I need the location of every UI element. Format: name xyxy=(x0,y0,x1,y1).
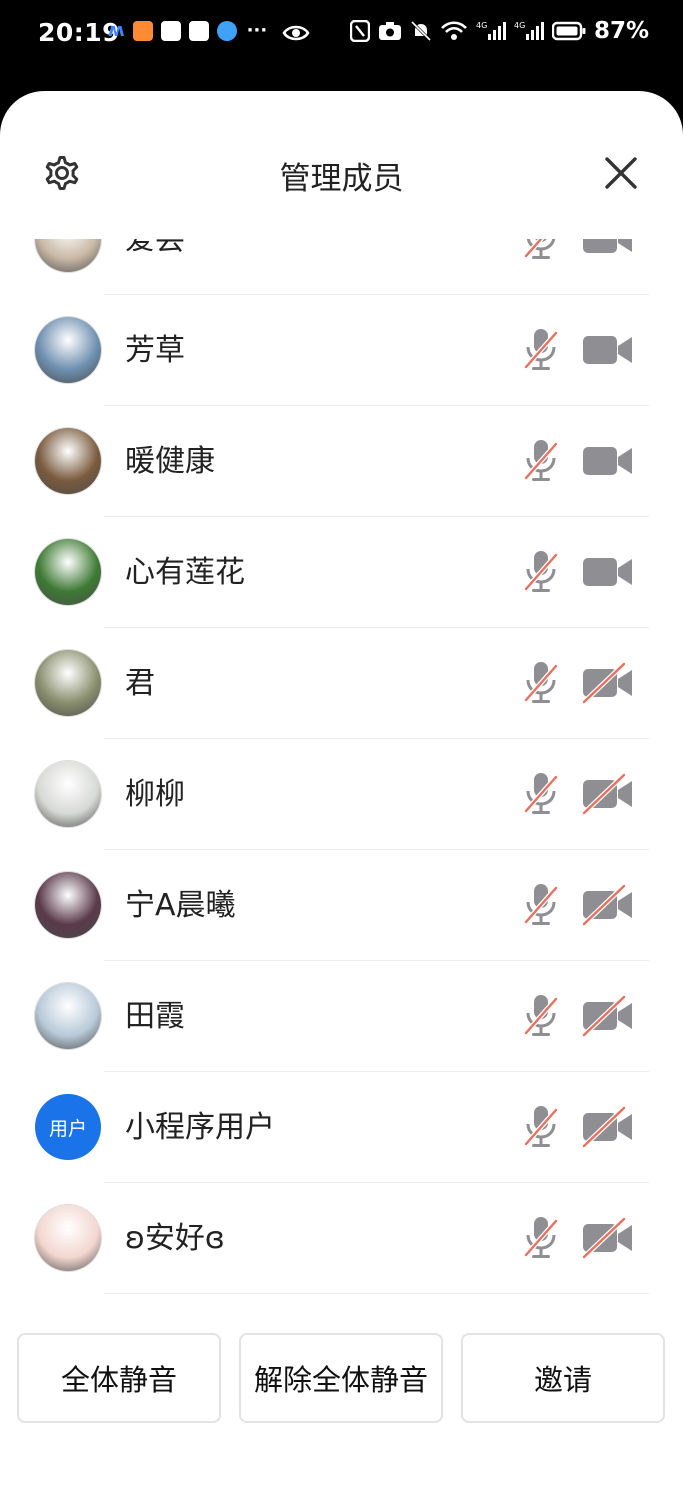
mic-muted-icon[interactable] xyxy=(522,993,560,1039)
avatar xyxy=(35,983,101,1049)
row-divider xyxy=(104,1293,649,1294)
member-row[interactable]: 芳草 xyxy=(0,295,683,406)
member-row[interactable]: 暖健康 xyxy=(0,406,683,517)
sheet-header: 管理成员 xyxy=(0,91,683,251)
bell-off-icon xyxy=(410,20,431,42)
member-row[interactable]: 爱芸 xyxy=(0,239,683,295)
app-icon-1: ʍ xyxy=(108,20,125,41)
member-row[interactable]: 心有莲花 xyxy=(0,517,683,628)
wifi-icon xyxy=(441,21,467,40)
camera-off-icon[interactable] xyxy=(582,662,634,704)
mute-all-button[interactable]: 全体静音 xyxy=(17,1333,221,1423)
member-name: 芳草 xyxy=(125,333,185,368)
member-row[interactable]: 田霞 xyxy=(0,961,683,1072)
more-notifications-icon: ··· xyxy=(246,20,268,41)
member-name: 柳柳 xyxy=(125,777,185,812)
mic-muted-icon[interactable] xyxy=(522,882,560,928)
member-row[interactable]: 用户 小程序用户 xyxy=(0,1072,683,1183)
app-icon-4 xyxy=(188,20,209,41)
avatar xyxy=(35,761,101,827)
member-list[interactable]: 爱芸芳草暖健康心有莲花君柳柳宁A晨曦田霞用户 小程序用户 ʚ安好ɞ xyxy=(0,239,683,1299)
camera-off-icon[interactable] xyxy=(582,1217,634,1259)
member-name: 宁A晨曦 xyxy=(125,888,236,923)
status-bar: 20:19 ʍ ··· 4G 4G 87% xyxy=(0,0,683,70)
nfc-icon xyxy=(349,20,370,42)
svg-text:4G: 4G xyxy=(514,21,525,30)
member-name: 君 xyxy=(125,666,155,701)
member-row[interactable]: 宁A晨曦 xyxy=(0,850,683,961)
member-name: 暖健康 xyxy=(125,444,215,479)
camera-off-icon[interactable] xyxy=(582,995,634,1037)
page-title: 管理成员 xyxy=(279,161,404,197)
mic-muted-icon[interactable] xyxy=(522,438,560,484)
member-name: 田霞 xyxy=(125,999,185,1034)
app-icon-5 xyxy=(216,20,237,41)
signal-icon-2: 4G xyxy=(514,21,544,40)
member-list-content: 爱芸芳草暖健康心有莲花君柳柳宁A晨曦田霞用户 小程序用户 ʚ安好ɞ xyxy=(0,239,683,1294)
camera-icon[interactable] xyxy=(582,239,634,260)
avatar xyxy=(35,539,101,605)
app-icon-2 xyxy=(132,20,153,41)
manage-members-sheet: 管理成员 爱芸芳草暖健康心有莲花君柳柳宁A晨曦田霞用户 小程序用户 ʚ安好ɞ 全体静… xyxy=(0,91,683,1500)
mic-muted-icon[interactable] xyxy=(522,327,560,373)
camera-icon[interactable] xyxy=(582,551,634,593)
camera-icon xyxy=(378,22,401,40)
member-row[interactable]: 柳柳 xyxy=(0,739,683,850)
camera-off-icon[interactable] xyxy=(582,773,634,815)
mic-muted-icon[interactable] xyxy=(522,1104,560,1150)
member-name: ʚ安好ɞ xyxy=(125,1221,225,1256)
mic-muted-icon[interactable] xyxy=(522,239,560,262)
camera-icon[interactable] xyxy=(582,329,634,371)
avatar: 用户 xyxy=(35,1094,101,1160)
invite-button[interactable]: 邀请 xyxy=(461,1333,665,1423)
member-name: 心有莲花 xyxy=(125,555,245,590)
eye-icon xyxy=(282,25,310,41)
camera-icon[interactable] xyxy=(582,440,634,482)
member-name: 小程序用户 xyxy=(125,1110,275,1145)
svg-text:4G: 4G xyxy=(476,21,487,30)
app-icon-3 xyxy=(160,20,181,41)
battery-percent: 87% xyxy=(593,18,649,44)
mic-muted-icon[interactable] xyxy=(522,1215,560,1261)
unmute-all-button[interactable]: 解除全体静音 xyxy=(239,1333,443,1423)
avatar xyxy=(35,428,101,494)
signal-icon-1: 4G xyxy=(476,21,506,40)
avatar xyxy=(35,1205,101,1271)
avatar xyxy=(35,872,101,938)
camera-off-icon[interactable] xyxy=(582,884,634,926)
close-icon[interactable] xyxy=(603,155,639,191)
mic-muted-icon[interactable] xyxy=(522,771,560,817)
notification-icons: ʍ ··· xyxy=(108,20,267,41)
battery-icon xyxy=(551,21,586,41)
avatar xyxy=(35,317,101,383)
avatar xyxy=(35,650,101,716)
member-name: 爱芸 xyxy=(125,239,185,257)
member-row[interactable]: ʚ安好ɞ xyxy=(0,1183,683,1294)
camera-off-icon[interactable] xyxy=(582,1106,634,1148)
mic-muted-icon[interactable] xyxy=(522,660,560,706)
avatar xyxy=(35,239,101,272)
mic-muted-icon[interactable] xyxy=(522,549,560,595)
status-right-icons: 4G 4G 87% xyxy=(349,18,649,44)
member-row[interactable]: 君 xyxy=(0,628,683,739)
